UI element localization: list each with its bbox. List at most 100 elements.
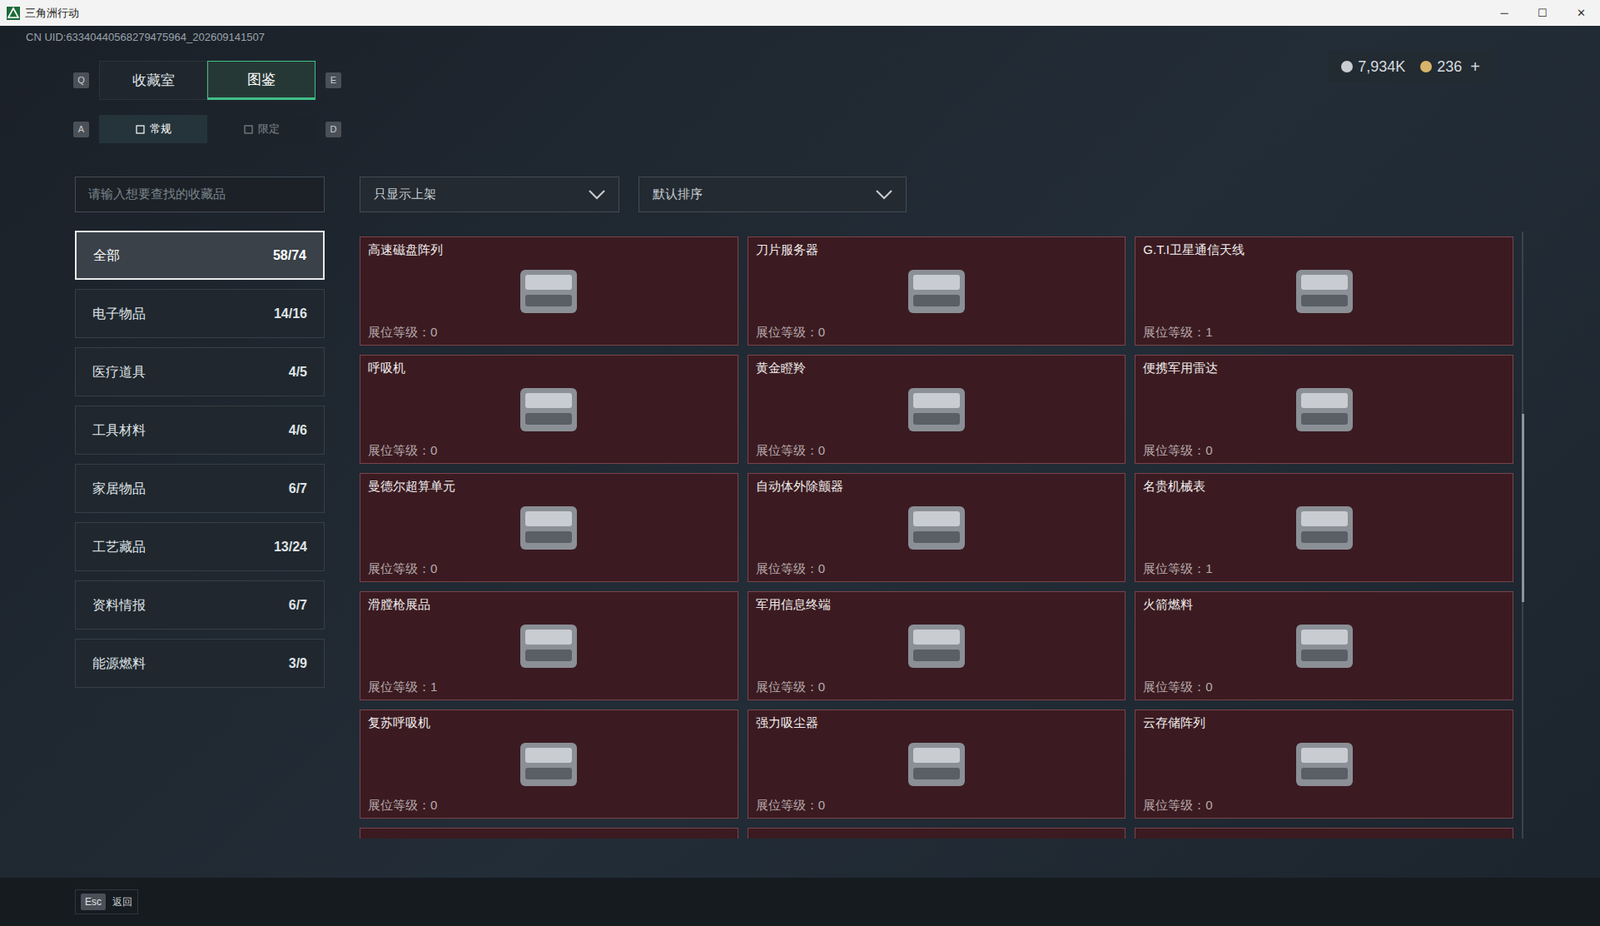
card-title: 军用信息终端 (755, 596, 1119, 613)
collection-card[interactable]: 黄金瞪羚展位等级：0 (747, 354, 1127, 464)
card-level: 展位等级：0 (1142, 442, 1506, 459)
item-image-icon (508, 261, 589, 322)
card-level: 展位等级：0 (367, 442, 731, 459)
collection-card[interactable] (1134, 827, 1514, 839)
card-title: 云存储阵列 (1142, 714, 1506, 731)
card-level: 展位等级：1 (1142, 560, 1506, 577)
collection-card[interactable]: 复苏呼吸机展位等级：0 (359, 709, 739, 819)
collection-card[interactable]: 刀片服务器展位等级：0 (747, 236, 1127, 346)
collection-card[interactable] (747, 827, 1127, 839)
card-level: 展位等级：0 (1142, 796, 1506, 814)
item-image-icon (896, 734, 977, 795)
collection-card[interactable]: 自动体外除颤器展位等级：0 (747, 472, 1127, 582)
item-image-icon (508, 616, 589, 676)
main: CN UID:6334044056827947596​4_20260914150… (0, 25, 1600, 878)
sidebar-item[interactable]: 工艺藏品13/24 (74, 521, 325, 572)
card-level: 展位等级：1 (367, 678, 731, 696)
item-image-icon (1284, 497, 1365, 558)
item-image-icon (508, 379, 589, 440)
footer-bar: Esc返回 (0, 877, 1600, 926)
card-level: 展位等级：0 (367, 323, 731, 341)
item-image-icon (1284, 734, 1365, 795)
item-image-icon (508, 497, 589, 558)
collection-card[interactable]: 军用信息终端展位等级：0 (747, 591, 1127, 701)
card-level: 展位等级：0 (755, 442, 1119, 459)
app: 三角洲行动 ─☐✕CN UID:6334044056827947596​4_202… (0, 0, 1600, 926)
collection-card[interactable]: 高速磁盘阵列展位等级：0 (359, 236, 739, 346)
collection-card[interactable]: G.T.I卫星通信天线展位等级：1 (1134, 236, 1514, 346)
card-title: 高速磁盘阵列 (367, 241, 731, 259)
category-icon (243, 124, 254, 135)
collection-card[interactable]: 呼吸机展位等级：0 (359, 354, 739, 464)
collection-card[interactable]: 滑膛枪展品展位等级：1 (359, 591, 739, 701)
item-image-icon (896, 497, 977, 558)
collection-card[interactable]: 曼德尔超算单元展位等级：0 (359, 472, 739, 582)
item-image-icon (1284, 379, 1365, 440)
sidebar-item[interactable]: 能源燃料3/9 (74, 638, 325, 688)
back-button[interactable]: Esc返回 (74, 889, 139, 915)
sidebar-item[interactable]: 工具材料4/6 (74, 405, 325, 455)
filter-dropdown[interactable]: 只显示上架 (359, 176, 620, 213)
card-level: 展位等级：0 (755, 560, 1119, 577)
main-tab[interactable]: 收藏室 (99, 60, 208, 100)
card-title: 强力吸尘器 (755, 714, 1119, 731)
currency: 236 (1420, 55, 1462, 79)
card-title: 滑膛枪展品 (367, 596, 731, 613)
scrollbar[interactable] (1521, 231, 1524, 839)
currency-bar: 7,934K 236 + (1327, 50, 1494, 83)
card-title: 刀片服务器 (755, 241, 1119, 259)
sub-tab[interactable]: 限定 (207, 114, 316, 144)
item-image-icon (896, 616, 977, 676)
sidebar-item[interactable]: 医疗道具4/5 (74, 347, 325, 397)
card-title: 名贵机械表 (1142, 477, 1506, 495)
item-image-icon (1284, 616, 1365, 676)
key-hint: Esc (80, 893, 106, 910)
add-currency-button[interactable]: + (1470, 54, 1481, 80)
card-title: 呼吸机 (367, 359, 731, 377)
card-level: 展位等级：1 (1142, 323, 1506, 341)
sub-tab[interactable]: 常规 (99, 114, 208, 144)
item-image-icon (896, 261, 977, 322)
currency: 7,934K (1341, 55, 1406, 79)
card-title: 复苏呼吸机 (367, 714, 731, 731)
sidebar-item[interactable]: 全部58/74 (74, 230, 325, 280)
item-grid: 高速磁盘阵列展位等级：0刀片服务器展位等级：0G.T.I卫星通信天线展位等级：1… (359, 236, 1514, 839)
app-logo-icon (6, 6, 20, 20)
category-icon (135, 124, 145, 135)
window-title: 三角洲行动 (24, 4, 80, 22)
card-level: 展位等级：0 (755, 678, 1119, 696)
sidebar-item[interactable]: 资料情报6/7 (74, 580, 325, 630)
card-title: 便携军用雷达 (1142, 359, 1506, 377)
collection-card[interactable]: 强力吸尘器展位等级：0 (747, 709, 1127, 819)
card-level: 展位等级：0 (367, 796, 731, 814)
card-title: 黄金瞪羚 (755, 359, 1119, 377)
card-title: 曼德尔超算单元 (367, 477, 731, 495)
search-input[interactable]: 请输入想要查找的收藏品 (74, 176, 325, 213)
sidebar: 请输入想要查找的收藏品全部58/74 电子物品14/16 医疗道具4/5 工具材料4/… (74, 176, 325, 839)
key-hint: E (325, 72, 342, 89)
main-tab[interactable]: 图鉴 (207, 60, 316, 100)
card-level: 展位等级：0 (1142, 678, 1506, 696)
item-image-icon (508, 734, 589, 795)
card-title: 自动体外除颤器 (755, 477, 1119, 495)
collection-card[interactable]: 名贵机械表展位等级：1 (1134, 472, 1514, 582)
filter-dropdown[interactable]: 默认排序 (638, 176, 907, 213)
window-control[interactable]: ☐ (1523, 0, 1562, 26)
scrollbar-thumb[interactable] (1521, 413, 1525, 602)
collection-card[interactable]: 火箭燃料展位等级：0 (1134, 591, 1514, 701)
title-bar: 三角洲行动 ─☐✕ (0, 0, 1600, 26)
collection-card[interactable] (359, 827, 739, 839)
sidebar-item[interactable]: 电子物品14/16 (74, 288, 325, 338)
key-hint: D (325, 121, 342, 138)
card-title: G.T.I卫星通信天线 (1142, 241, 1506, 259)
collection-card[interactable]: 便携军用雷达展位等级：0 (1134, 354, 1514, 464)
window-control[interactable]: ─ (1485, 0, 1524, 26)
card-level: 展位等级：0 (755, 323, 1119, 341)
key-hint: Q (73, 72, 90, 89)
window-control[interactable]: ✕ (1561, 0, 1600, 26)
sidebar-item[interactable]: 家居物品6/7 (74, 463, 325, 513)
item-image-icon (896, 379, 977, 440)
coin-icon (1341, 60, 1353, 73)
uid: CN UID:6334044056827947596​4_20260914150… (0, 25, 1600, 45)
collection-card[interactable]: 云存储阵列展位等级：0 (1134, 709, 1514, 819)
